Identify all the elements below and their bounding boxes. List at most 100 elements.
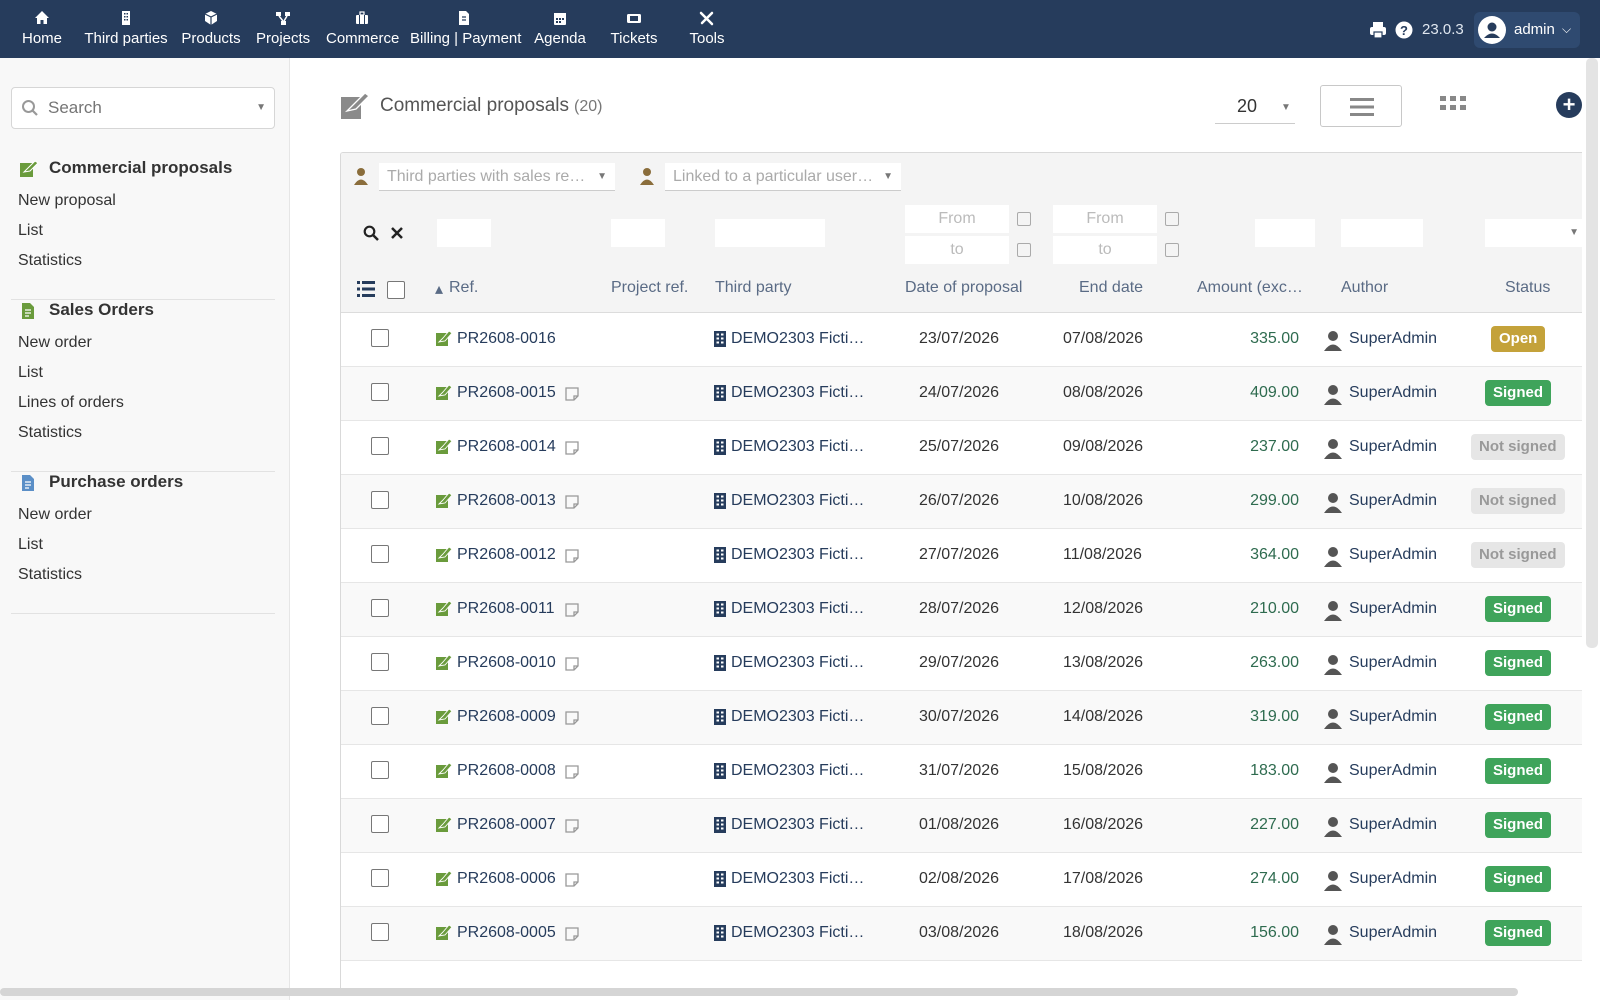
row-checkbox[interactable]: [371, 761, 389, 779]
caret-down-icon[interactable]: ▼: [256, 102, 266, 113]
col-author[interactable]: Author: [1341, 279, 1388, 297]
add-proposal-button[interactable]: +: [1556, 92, 1582, 118]
page-size-select[interactable]: 20 ▼: [1215, 88, 1295, 124]
nav-projects[interactable]: Projects: [256, 8, 310, 54]
row-checkbox[interactable]: [371, 599, 389, 617]
menu-purchase-order-list[interactable]: List: [11, 530, 275, 560]
third-parties-sales-rep-select[interactable]: Third parties with sales re… ▼: [379, 163, 615, 191]
row-checkbox[interactable]: [371, 653, 389, 671]
search-icon[interactable]: [363, 225, 379, 241]
nav-commerce[interactable]: Commerce: [326, 8, 399, 54]
table-row[interactable]: PR2608-0010 DEMO2303 Ficti… 29/07/2026 13/0…: [341, 637, 1582, 691]
menu-head-purchase-orders[interactable]: Purchase orders: [11, 470, 275, 500]
row-author-link[interactable]: SuperAdmin: [1349, 600, 1437, 618]
table-row[interactable]: PR2608-0005 DEMO2303 Ficti… 03/08/2026 18/0…: [341, 907, 1582, 961]
menu-order-statistics[interactable]: Statistics: [11, 418, 275, 448]
col-end-date[interactable]: End date: [1079, 279, 1143, 297]
select-all-checkbox[interactable]: [387, 281, 405, 299]
filter-author[interactable]: [1341, 219, 1423, 247]
list-view-button[interactable]: [1320, 85, 1402, 127]
row-third-party-link[interactable]: DEMO2303 Ficti…: [731, 816, 864, 834]
menu-proposal-list[interactable]: List: [11, 216, 275, 246]
menu-order-lines[interactable]: Lines of orders: [11, 388, 275, 418]
nav-billing-payment[interactable]: Billing | Payment: [410, 8, 521, 54]
note-icon[interactable]: [565, 765, 579, 779]
row-author-link[interactable]: SuperAdmin: [1349, 384, 1437, 402]
row-checkbox[interactable]: [371, 329, 389, 347]
table-row[interactable]: PR2608-0008 DEMO2303 Ficti… 31/07/2026 15/0…: [341, 745, 1582, 799]
col-status[interactable]: Status: [1505, 279, 1550, 297]
calendar-icon[interactable]: [1017, 212, 1031, 226]
clear-filter-icon[interactable]: [391, 227, 403, 239]
filter-date-from[interactable]: From: [905, 205, 1009, 233]
table-row[interactable]: PR2608-0009 DEMO2303 Ficti… 30/07/2026 14/0…: [341, 691, 1582, 745]
horizontal-scrollbar[interactable]: [0, 988, 1518, 996]
row-third-party-link[interactable]: DEMO2303 Ficti…: [731, 492, 864, 510]
row-checkbox[interactable]: [371, 815, 389, 833]
menu-purchase-order-statistics[interactable]: Statistics: [11, 560, 275, 590]
table-row[interactable]: PR2608-0015 DEMO2303 Ficti… 24/07/2026 08/0…: [341, 367, 1582, 421]
row-checkbox[interactable]: [371, 923, 389, 941]
note-icon[interactable]: [565, 495, 579, 509]
table-row[interactable]: PR2608-0006 DEMO2303 Ficti… 02/08/2026 17/0…: [341, 853, 1582, 907]
nav-home[interactable]: Home: [18, 8, 66, 54]
menu-head-sales-orders[interactable]: Sales Orders: [11, 298, 275, 328]
filter-end-to[interactable]: to: [1053, 236, 1157, 264]
note-icon[interactable]: [565, 387, 579, 401]
row-third-party-link[interactable]: DEMO2303 Ficti…: [731, 438, 864, 456]
row-third-party-link[interactable]: DEMO2303 Ficti…: [731, 708, 864, 726]
table-row[interactable]: PR2608-0013 DEMO2303 Ficti… 26/07/2026 10/0…: [341, 475, 1582, 529]
column-list-icon[interactable]: [357, 281, 375, 297]
note-icon[interactable]: [565, 603, 579, 617]
row-ref-link[interactable]: PR2608-0009: [457, 708, 556, 726]
row-third-party-link[interactable]: DEMO2303 Ficti…: [731, 870, 864, 888]
row-third-party-link[interactable]: DEMO2303 Ficti…: [731, 600, 864, 618]
user-menu[interactable]: admin ⌵: [1474, 12, 1580, 48]
table-row[interactable]: PR2608-0007 DEMO2303 Ficti… 01/08/2026 16/0…: [341, 799, 1582, 853]
row-ref-link[interactable]: PR2608-0014: [457, 438, 556, 456]
row-third-party-link[interactable]: DEMO2303 Ficti…: [731, 762, 864, 780]
row-checkbox[interactable]: [371, 869, 389, 887]
row-ref-link[interactable]: PR2608-0013: [457, 492, 556, 510]
row-checkbox[interactable]: [371, 437, 389, 455]
col-project-ref[interactable]: Project ref.: [611, 279, 688, 297]
row-author-link[interactable]: SuperAdmin: [1349, 330, 1437, 348]
row-ref-link[interactable]: PR2608-0007: [457, 816, 556, 834]
nav-tools[interactable]: Tools: [682, 8, 732, 54]
search-input[interactable]: [48, 96, 248, 120]
row-checkbox[interactable]: [371, 491, 389, 509]
filter-third-party[interactable]: [715, 219, 825, 247]
row-third-party-link[interactable]: DEMO2303 Ficti…: [731, 384, 864, 402]
row-author-link[interactable]: SuperAdmin: [1349, 816, 1437, 834]
printer-icon[interactable]: [1368, 20, 1388, 40]
calendar-icon[interactable]: [1165, 212, 1179, 226]
menu-proposal-statistics[interactable]: Statistics: [11, 246, 275, 276]
row-ref-link[interactable]: PR2608-0010: [457, 654, 556, 672]
row-author-link[interactable]: SuperAdmin: [1349, 438, 1437, 456]
row-ref-link[interactable]: PR2608-0008: [457, 762, 556, 780]
table-row[interactable]: PR2608-0011 DEMO2303 Ficti… 28/07/2026 12/0…: [341, 583, 1582, 637]
filter-end-from[interactable]: From: [1053, 205, 1157, 233]
col-third-party[interactable]: Third party: [715, 279, 791, 297]
row-author-link[interactable]: SuperAdmin: [1349, 870, 1437, 888]
col-date-proposal[interactable]: Date of proposal: [905, 279, 1022, 297]
sidebar-search[interactable]: ▼: [11, 87, 275, 129]
row-checkbox[interactable]: [371, 707, 389, 725]
row-ref-link[interactable]: PR2608-0016: [457, 330, 556, 348]
note-icon[interactable]: [565, 549, 579, 563]
table-row[interactable]: PR2608-0012 DEMO2303 Ficti… 27/07/2026 11/0…: [341, 529, 1582, 583]
row-author-link[interactable]: SuperAdmin: [1349, 762, 1437, 780]
row-ref-link[interactable]: PR2608-0015: [457, 384, 556, 402]
filter-status-select[interactable]: ▼: [1485, 219, 1582, 247]
nav-agenda[interactable]: Agenda: [534, 8, 586, 54]
row-author-link[interactable]: SuperAdmin: [1349, 654, 1437, 672]
filter-ref[interactable]: [437, 219, 491, 247]
table-row[interactable]: PR2608-0016 DEMO2303 Ficti… 23/07/2026 07/0…: [341, 313, 1582, 367]
vertical-scrollbar[interactable]: [1586, 58, 1598, 648]
row-ref-link[interactable]: PR2608-0011: [457, 600, 555, 618]
row-third-party-link[interactable]: DEMO2303 Ficti…: [731, 546, 864, 564]
row-author-link[interactable]: SuperAdmin: [1349, 924, 1437, 942]
filter-date-to[interactable]: to: [905, 236, 1009, 264]
row-checkbox[interactable]: [371, 545, 389, 563]
col-amount[interactable]: Amount (exc…: [1197, 279, 1303, 297]
